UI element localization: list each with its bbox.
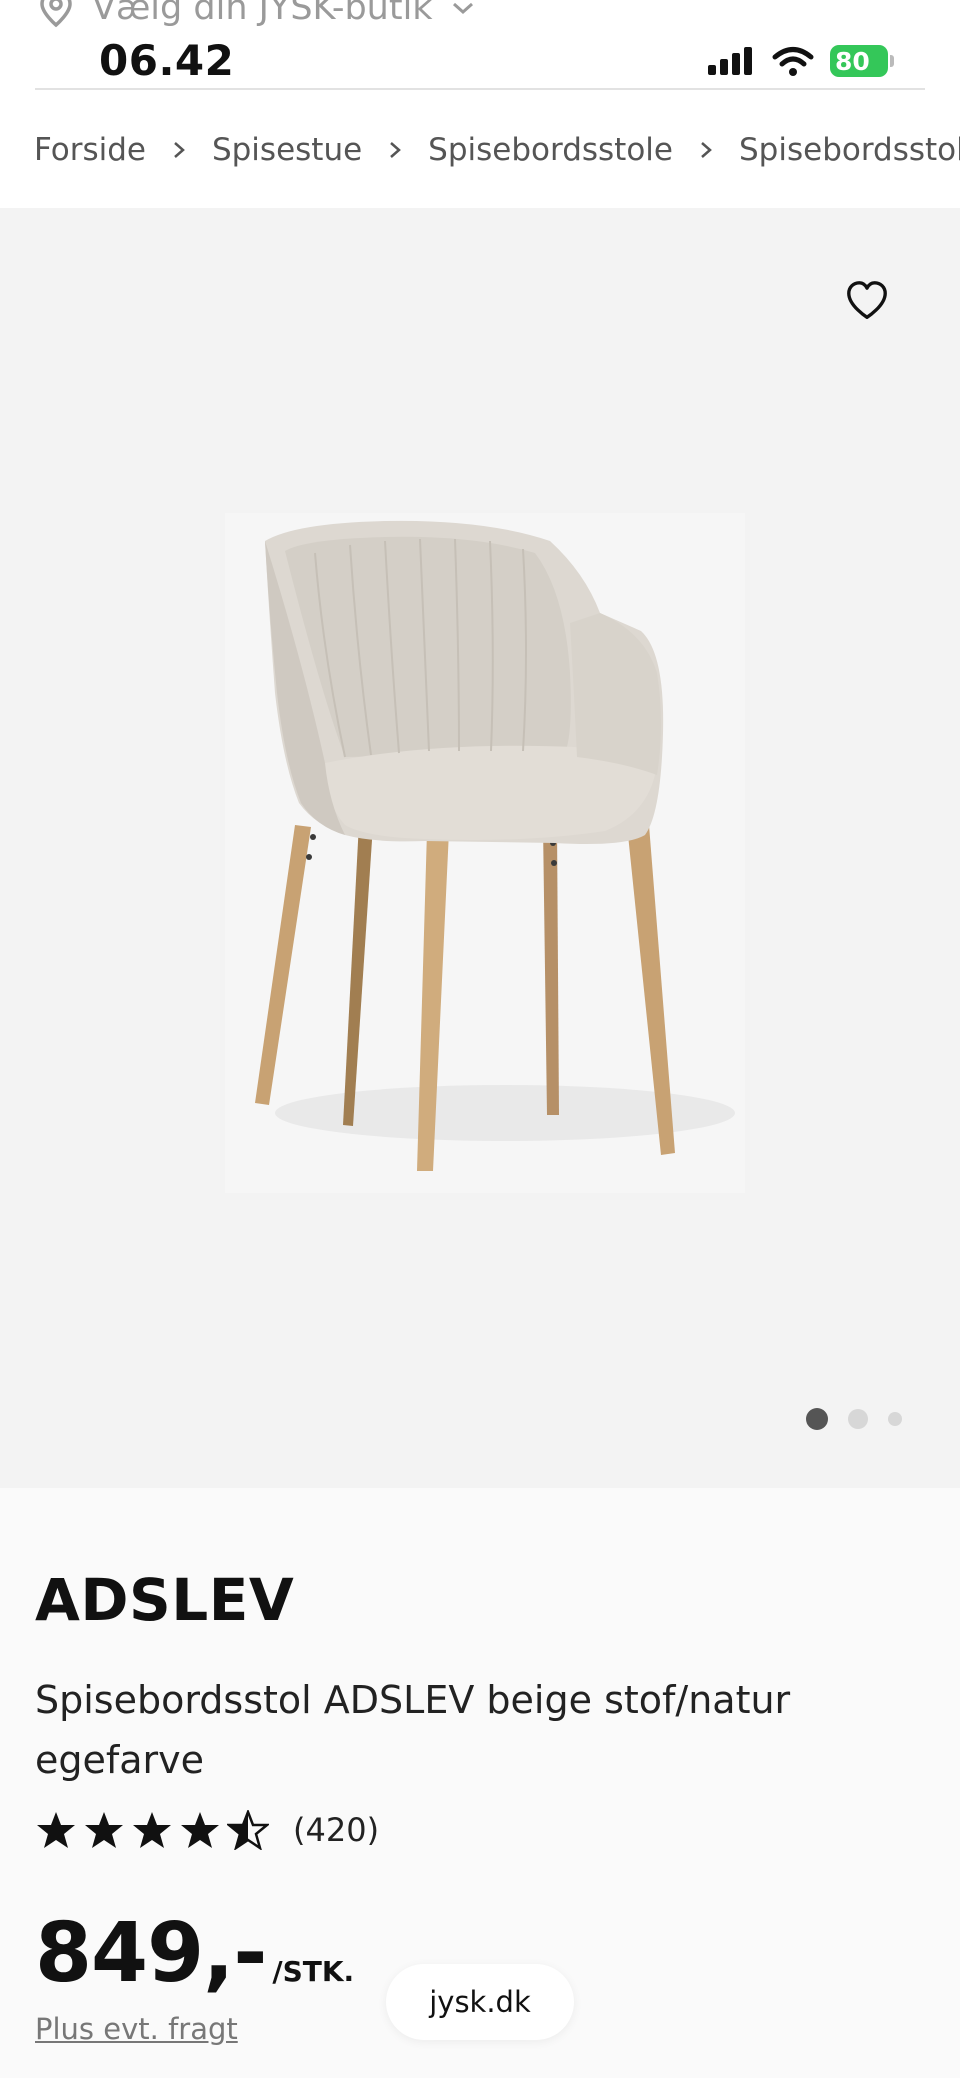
chevron-right-icon bbox=[172, 132, 186, 168]
product-gallery[interactable] bbox=[0, 208, 960, 1488]
chevron-right-icon bbox=[699, 132, 713, 168]
gallery-dot-active[interactable] bbox=[806, 1408, 828, 1430]
breadcrumb-home[interactable]: Forside bbox=[34, 132, 146, 168]
battery-level: 80 bbox=[830, 45, 888, 77]
product-info: ADSLEV Spisebordsstol ADSLEV beige stof/… bbox=[0, 1488, 960, 2078]
price-row: 849,- /STK. bbox=[35, 1906, 354, 2001]
star-icon bbox=[85, 1812, 123, 1848]
review-count: (420) bbox=[293, 1811, 380, 1849]
cellular-signal-icon bbox=[708, 47, 752, 75]
star-icon bbox=[181, 1812, 219, 1848]
freight-link[interactable]: Plus evt. fragt bbox=[35, 2012, 238, 2046]
heart-icon[interactable] bbox=[844, 278, 890, 324]
rating[interactable]: (420) bbox=[35, 1810, 379, 1850]
gallery-dot[interactable] bbox=[888, 1412, 902, 1426]
status-time: 06.42 bbox=[99, 36, 235, 85]
product-name: ADSLEV bbox=[35, 1566, 295, 1634]
store-selector[interactable]: Vælg din JYSK-butik bbox=[38, 0, 475, 28]
battery-indicator: 80 bbox=[830, 45, 894, 77]
breadcrumb-dining-chairs[interactable]: Spisebordsstole bbox=[428, 132, 673, 168]
browser-url-pill[interactable]: jysk.dk bbox=[386, 1964, 574, 2040]
chevron-down-icon bbox=[452, 2, 473, 15]
breadcrumb-current-product[interactable]: Spisebordsstol ADSLEV bbox=[739, 132, 960, 168]
product-image bbox=[225, 513, 745, 1193]
gallery-pagination bbox=[806, 1408, 902, 1430]
star-icon bbox=[133, 1812, 171, 1848]
chevron-right-icon bbox=[388, 132, 402, 168]
star-icon bbox=[37, 1812, 75, 1848]
price: 849,- bbox=[35, 1906, 267, 2001]
battery-cap bbox=[890, 55, 894, 67]
star-half-icon bbox=[227, 1810, 269, 1850]
price-unit: /STK. bbox=[272, 1955, 355, 1988]
status-bar: Vælg din JYSK-butik 06.42 80 bbox=[0, 0, 960, 90]
status-icons: 80 bbox=[706, 45, 894, 77]
breadcrumb: Forside Spisestue Spisebordsstole Spiseb… bbox=[0, 90, 960, 208]
store-selector-label: Vælg din JYSK-butik bbox=[92, 0, 433, 28]
breadcrumb-dining-room[interactable]: Spisestue bbox=[212, 132, 362, 168]
wifi-icon bbox=[772, 47, 814, 76]
product-description: Spisebordsstol ADSLEV beige stof/natur e… bbox=[35, 1678, 791, 1782]
gallery-dot[interactable] bbox=[848, 1409, 868, 1429]
location-pin-icon bbox=[40, 0, 72, 28]
